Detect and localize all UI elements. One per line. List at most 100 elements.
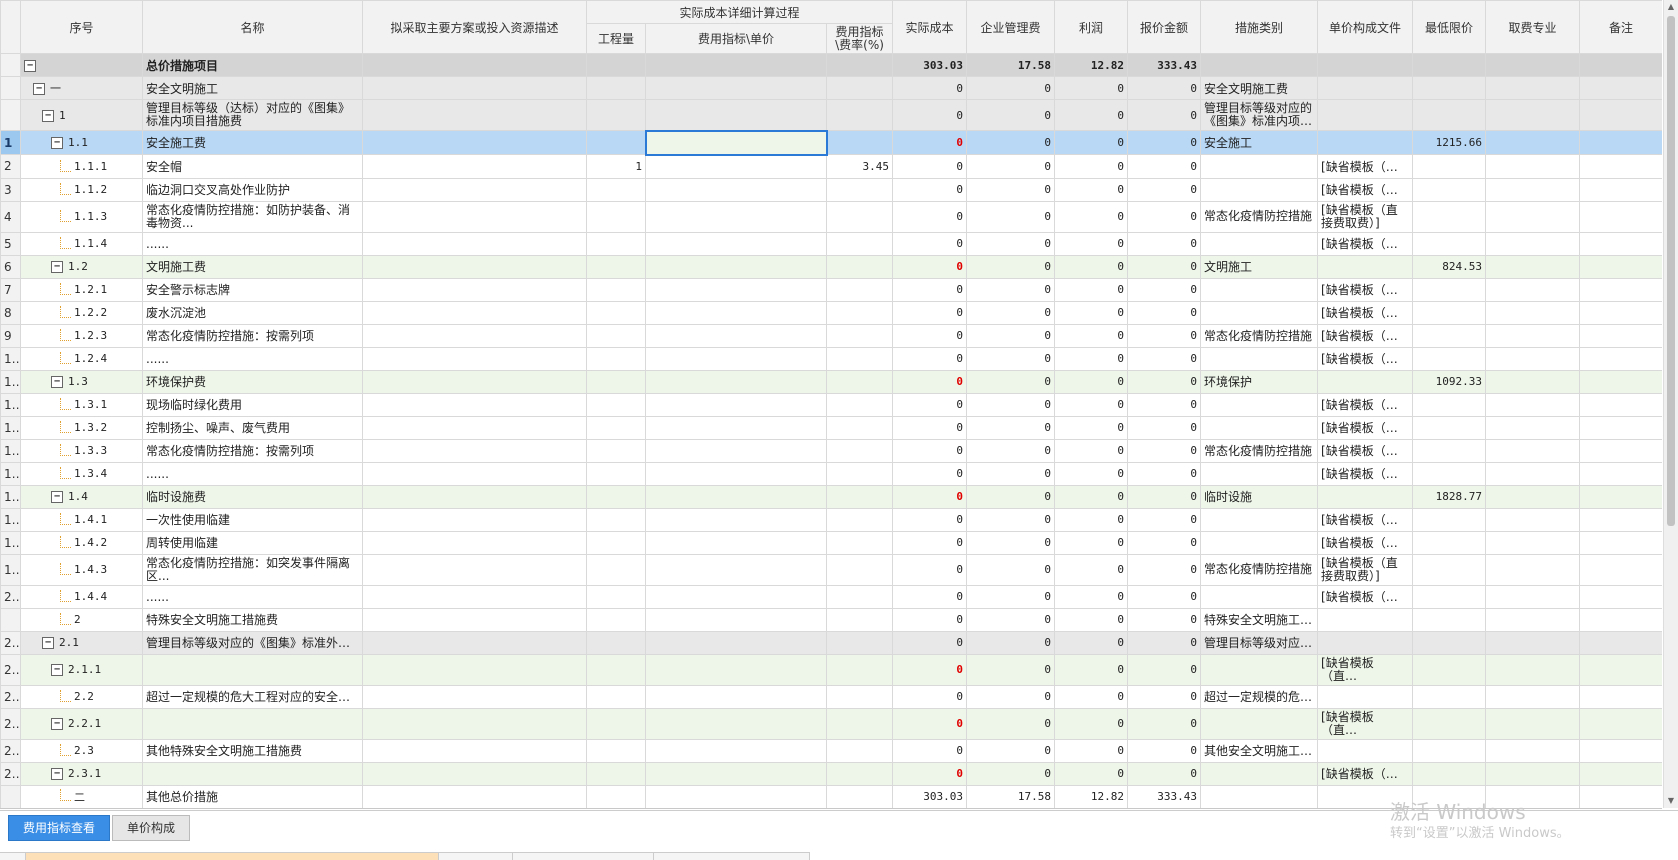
- col-desc[interactable]: 拟采取主要方案或投入资源描述: [362, 0, 587, 54]
- cell-mgmt[interactable]: 0: [966, 415, 1056, 440]
- cell-qty[interactable]: [586, 653, 646, 686]
- cell-cost[interactable]: 0: [892, 200, 968, 233]
- cell-name[interactable]: 其他总价措施: [142, 784, 363, 808]
- cell-note[interactable]: [1579, 607, 1662, 632]
- cell-profit[interactable]: 0: [1054, 707, 1129, 740]
- cell-profit[interactable]: 0: [1054, 277, 1129, 302]
- col-cost[interactable]: 实际成本: [892, 0, 968, 54]
- cell-qty[interactable]: [586, 607, 646, 632]
- cell-rate[interactable]: [825, 415, 894, 440]
- cell-min-price[interactable]: 824.53: [1412, 254, 1487, 279]
- cell-min-price[interactable]: 1215.66: [1412, 130, 1487, 155]
- cell-seq[interactable]: −2.1: [20, 630, 143, 655]
- cell-name[interactable]: 安全帽: [142, 154, 363, 179]
- row-number[interactable]: 4: [0, 200, 21, 233]
- cell-desc[interactable]: [362, 584, 587, 609]
- cell-rate[interactable]: [825, 300, 894, 325]
- cell-note[interactable]: [1579, 484, 1662, 509]
- cell-file[interactable]: [缺省模板（直…: [1317, 761, 1414, 786]
- cell-seq[interactable]: 1.1.4: [20, 231, 143, 256]
- cell-category[interactable]: [1200, 177, 1319, 202]
- cell-profit[interactable]: 0: [1054, 99, 1129, 131]
- cell-major[interactable]: [1485, 177, 1581, 202]
- cell-name[interactable]: ......: [142, 231, 363, 256]
- cell-seq[interactable]: 1.2.2: [20, 300, 143, 325]
- cell-fee-index[interactable]: [645, 584, 827, 609]
- cell-cost[interactable]: 0: [892, 392, 968, 417]
- table-row[interactable]: 13 1.3.2 控制扬尘、噪声、废气费用 0 0 0 0 [缺省模板（直…: [0, 415, 1662, 440]
- cell-name[interactable]: 常态化疫情防控措施：如突发事件隔离区...: [142, 553, 363, 586]
- table-row[interactable]: 14 1.3.3 常态化疫情防控措施：按需列项 0 0 0 0 常态化疫情防控措施 [缺省模板（…: [0, 438, 1662, 463]
- cell-quote[interactable]: 0: [1127, 323, 1202, 348]
- cell-note[interactable]: [1579, 346, 1662, 371]
- cell-quote[interactable]: 0: [1127, 738, 1202, 763]
- table-row[interactable]: 19 1.4.3 常态化疫情防控措施：如突发事件隔离区... 0 0 0 0 常态化疫情防控措…: [0, 553, 1662, 586]
- col-mgmt[interactable]: 企业管理费: [966, 0, 1056, 54]
- cell-profit[interactable]: 0: [1054, 530, 1129, 555]
- cell-fee-index[interactable]: [645, 553, 827, 586]
- cell-fee-index[interactable]: [645, 53, 827, 77]
- cell-qty[interactable]: [586, 130, 646, 155]
- row-number[interactable]: 20: [0, 584, 21, 609]
- cell-min-price[interactable]: [1412, 200, 1487, 233]
- cell-quote[interactable]: 0: [1127, 200, 1202, 233]
- cell-seq[interactable]: −1.2: [20, 254, 143, 279]
- cell-major[interactable]: [1485, 415, 1581, 440]
- cell-note[interactable]: [1579, 530, 1662, 555]
- cell-mgmt[interactable]: 0: [966, 392, 1056, 417]
- cell-file[interactable]: [缺省模板（直…: [1317, 530, 1414, 555]
- cell-name[interactable]: 常态化疫情防控措施：按需列项: [142, 438, 363, 463]
- cell-qty[interactable]: [586, 76, 646, 100]
- cell-name[interactable]: 安全警示标志牌: [142, 277, 363, 302]
- cell-min-price[interactable]: [1412, 99, 1487, 131]
- cell-category[interactable]: 其他安全文明施工…: [1200, 738, 1319, 763]
- cell-major[interactable]: [1485, 231, 1581, 256]
- collapse-toggle-icon[interactable]: −: [51, 376, 63, 388]
- cell-name[interactable]: ......: [142, 584, 363, 609]
- cell-name[interactable]: 总价措施项目: [142, 53, 363, 77]
- cell-profit[interactable]: 0: [1054, 231, 1129, 256]
- cell-note[interactable]: [1579, 254, 1662, 279]
- cell-seq[interactable]: 1.3.1: [20, 392, 143, 417]
- scroll-thumb[interactable]: [1667, 16, 1675, 526]
- cell-file[interactable]: [1317, 99, 1414, 131]
- cell-note[interactable]: [1579, 738, 1662, 763]
- cell-quote[interactable]: 0: [1127, 415, 1202, 440]
- cell-quote[interactable]: 0: [1127, 438, 1202, 463]
- cell-fee-index[interactable]: [645, 653, 827, 686]
- cell-min-price[interactable]: [1412, 323, 1487, 348]
- row-number[interactable]: 26: [0, 761, 21, 786]
- cell-major[interactable]: [1485, 530, 1581, 555]
- cell-quote[interactable]: 0: [1127, 607, 1202, 632]
- cell-desc[interactable]: [362, 553, 587, 586]
- table-row[interactable]: 24−2.2.1 0 0 0 0 [缺省模板（直…: [0, 707, 1662, 740]
- cell-quote[interactable]: 0: [1127, 707, 1202, 740]
- cell-category[interactable]: [1200, 530, 1319, 555]
- cell-profit[interactable]: 12.82: [1054, 53, 1129, 77]
- cell-min-price[interactable]: [1412, 438, 1487, 463]
- row-number[interactable]: 1: [0, 130, 21, 155]
- cell-name[interactable]: 管理目标等级（达标）对应的《图集》标准内项目措施费: [142, 99, 363, 131]
- cell-category[interactable]: [1200, 277, 1319, 302]
- cell-min-price[interactable]: [1412, 584, 1487, 609]
- cell-seq[interactable]: 1.1.3: [20, 200, 143, 233]
- cell-name[interactable]: 临边洞口交叉高处作业防护: [142, 177, 363, 202]
- cell-mgmt[interactable]: 0: [966, 553, 1056, 586]
- cell-category[interactable]: 常态化疫情防控措施: [1200, 553, 1319, 586]
- cell-min-price[interactable]: [1412, 392, 1487, 417]
- cell-profit[interactable]: 0: [1054, 200, 1129, 233]
- table-row[interactable]: 20 1.4.4...... 0 0 0 0 [缺省模板（直…: [0, 584, 1662, 609]
- cell-file[interactable]: [缺省模板（直…: [1317, 300, 1414, 325]
- cell-desc[interactable]: [362, 507, 587, 532]
- cell-cost[interactable]: 303.03: [892, 53, 968, 77]
- cell-major[interactable]: [1485, 553, 1581, 586]
- cell-rate[interactable]: [825, 553, 894, 586]
- cell-fee-index[interactable]: [645, 323, 827, 348]
- cell-category[interactable]: 管理目标等级对应的《图集》标准内项…: [1200, 99, 1319, 131]
- cell-rate[interactable]: [825, 461, 894, 486]
- cell-desc[interactable]: [362, 415, 587, 440]
- cell-category[interactable]: 安全施工: [1200, 130, 1319, 155]
- cell-name[interactable]: 环境保护费: [142, 369, 363, 394]
- collapse-toggle-icon[interactable]: −: [42, 637, 54, 649]
- cell-rate[interactable]: [825, 630, 894, 655]
